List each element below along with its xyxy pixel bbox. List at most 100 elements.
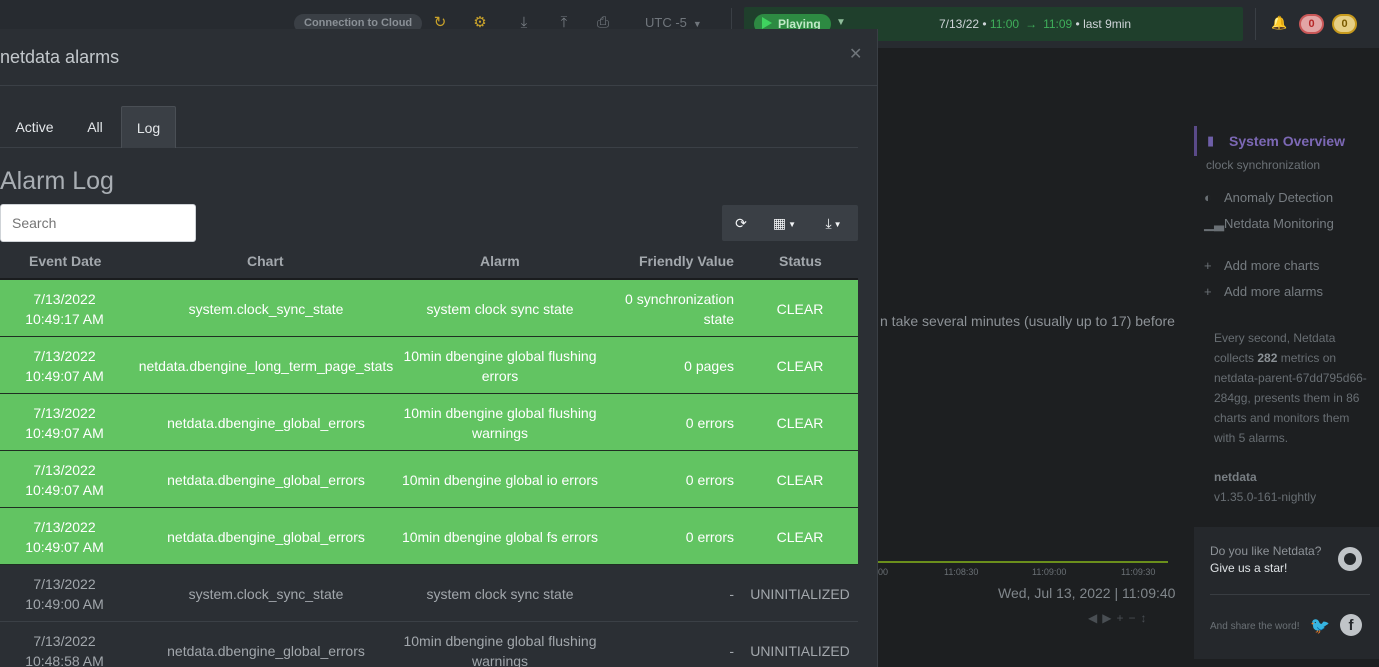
friendly-value-cell: 0 errors [685,414,734,431]
plus-icon: + [1204,258,1212,273]
tab-active[interactable]: Active [0,106,69,148]
status-cell: CLEAR [776,300,824,317]
column-header[interactable]: Event Date [29,253,101,269]
divider [1210,594,1370,595]
sidebar-item-label: System Overview [1229,133,1345,149]
caret-down-icon: ▼ [788,220,797,229]
friendly-value-cell: 0 pages [684,357,734,374]
chart-line [878,561,1168,563]
export-button[interactable]: ⤓ ▼ [809,205,858,241]
sidebar-item-netdata-monitoring[interactable]: ▁▃Netdata Monitoring [1204,216,1334,232]
status-cell: CLEAR [776,471,824,488]
status-cell: CLEAR [776,528,824,545]
add-more-alarms-link[interactable]: + Add more alarms [1204,284,1323,299]
table-row[interactable]: 7/13/2022 10:49:07 AM netdata.dbengine_gl… [0,451,858,508]
alarm-cell: 10min dbengine global fs errors [401,528,599,545]
alarm-cell: 10min dbengine global flushing errors [403,347,597,384]
chart-cell: netdata.dbengine_global_errors [167,642,365,659]
star-panel: Do you like Netdata? Give us a star! And… [1194,527,1379,659]
critical-alarms-badge[interactable]: 0 [1299,14,1324,34]
sidebar-item-system-overview[interactable]: ▮ System Overview [1194,126,1379,156]
event-date-cell: 7/13/2022 10:49:00 AM [25,575,104,612]
arrow-right-icon: → [1025,17,1038,31]
column-header[interactable]: Alarm [480,253,520,269]
netdata-info: Every second, Netdata collects 282 metri… [1214,331,1367,445]
chart-tick: 00 [878,567,889,577]
modal-header: netdata alarms ✕ [0,29,878,86]
github-icon[interactable] [1338,547,1362,571]
event-date-cell: 7/13/2022 10:49:07 AM [25,518,104,555]
friendly-value-cell: 0 errors [685,471,734,488]
refresh-icon: ⟳ [735,215,747,231]
facebook-icon[interactable]: f [1340,614,1362,636]
friendly-value-cell: 0 synchronization state [625,290,734,327]
table-row[interactable]: 7/13/2022 10:49:17 AM system.clock_sync_s… [0,280,858,337]
time-range-text: 7/13/22 • 11:00 → 11:09 • last 9min [939,17,1132,31]
table-row[interactable]: 7/13/2022 10:48:58 AM netdata.dbengine_gl… [0,622,858,667]
search-input[interactable] [0,204,196,242]
section-title: Alarm Log [0,167,114,195]
event-date-cell: 7/13/2022 10:49:07 AM [25,461,104,498]
event-date-cell: 7/13/2022 10:49:07 AM [25,347,104,384]
chart-controls[interactable]: ◀▶+−↕ [1088,611,1151,625]
sidebar-item-anomaly-detection[interactable]: ◐ Anomaly Detection [1204,190,1333,205]
table-row[interactable]: 7/13/2022 10:49:07 AM netdata.dbengine_gl… [0,508,858,565]
event-date-cell: 7/13/2022 10:49:17 AM [25,290,104,327]
table-header: Event Date Chart Alarm Friendly Value St… [0,250,858,280]
export-icon: ⤓ [825,215,832,231]
twitter-icon[interactable]: 🐦 [1310,616,1330,635]
close-icon[interactable]: ✕ [849,44,862,64]
plus-icon: + [1204,284,1212,299]
column-header[interactable]: Friendly Value [639,253,734,269]
sidebar-subitem-clock-sync[interactable]: clock synchronization [1206,158,1320,172]
version-number: v1.35.0-161-nightly [1214,490,1317,504]
chart-icon: ▁▃ [1204,216,1224,231]
chart-tick: 11:09:00 [1032,567,1067,577]
table-row[interactable]: 7/13/2022 10:49:07 AM netdata.dbengine_lo… [0,337,858,394]
table-row[interactable]: 7/13/2022 10:49:07 AM netdata.dbengine_gl… [0,394,858,451]
columns-button[interactable]: ▦ ▼ [760,205,809,241]
tab-all[interactable]: All [72,106,118,148]
grid-icon: ▦ [772,215,787,231]
column-header[interactable]: Chart [247,253,284,269]
column-header[interactable]: Status [779,253,822,269]
chart-tick: 11:08:30 [944,567,979,577]
play-icon [762,17,772,29]
friendly-value-cell: 0 errors [685,528,734,545]
star-question: Do you like Netdata? [1210,544,1322,558]
add-more-charts-link[interactable]: + Add more charts [1204,258,1319,273]
warning-alarms-badge[interactable]: 0 [1332,14,1357,34]
chart-cell: netdata.dbengine_global_errors [167,528,365,545]
chart-cell: system.clock_sync_state [188,300,344,317]
star-link[interactable]: Give us a star! [1210,561,1287,575]
divider [1255,8,1256,40]
chart-cell: netdata.dbengine_long_term_page_stats [138,357,394,374]
anomaly-icon: ◐ [1204,190,1212,205]
status-cell: CLEAR [776,414,824,431]
chart-cell: system.clock_sync_state [188,585,344,602]
event-date-cell: 7/13/2022 10:48:58 AM [25,632,104,667]
bell-icon[interactable]: 🔔 [1271,15,1287,31]
friendly-value-cell: - [729,642,734,659]
event-date-cell: 7/13/2022 10:49:07 AM [25,404,104,441]
refresh-button[interactable]: ⟳ [722,205,760,241]
chart-cell: netdata.dbengine_global_errors [167,414,365,431]
status-cell: CLEAR [776,357,824,374]
chevron-down-icon: ▼ [692,19,702,29]
alarm-cell: system clock sync state [426,300,574,317]
table-row[interactable]: 7/13/2022 10:49:00 AM system.clock_sync_s… [0,565,858,622]
alarm-cell: system clock sync state [426,585,574,602]
chevron-down-icon[interactable]: ▼ [836,17,846,28]
alarms-modal: netdata alarms ✕ Active All Log Alarm Lo… [0,29,878,667]
status-cell: UNINITIALIZED [750,642,850,659]
caret-down-icon: ▼ [833,220,842,229]
alarm-cell: 10min dbengine global flushing warnings [403,404,597,441]
dashboard-note: n take several minutes (usually up to 17… [880,313,1175,329]
timezone-selector[interactable]: UTC -5 ▼ [645,15,702,30]
alarm-cell: 10min dbengine global flushing warnings [403,632,597,667]
tab-log[interactable]: Log [121,106,176,148]
version-name: netdata [1214,470,1257,484]
share-label: And share the word! [1210,621,1300,632]
status-cell: UNINITIALIZED [750,585,850,602]
alarm-tabs: Active All Log [0,106,858,148]
